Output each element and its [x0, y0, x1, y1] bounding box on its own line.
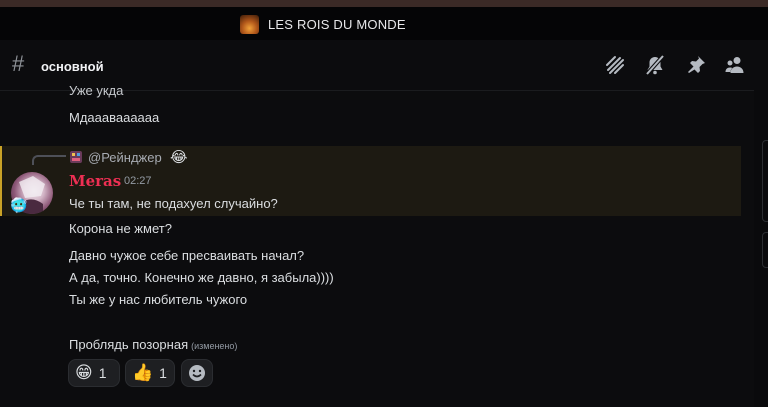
hash-icon: # [12, 51, 25, 76]
message-text: Проблядь позорная [69, 337, 189, 352]
server-icon[interactable] [240, 15, 259, 34]
reply-avatar-icon[interactable] [69, 150, 83, 164]
message-line: А да, точно. Конечно же давно, я забыла)… [69, 270, 334, 285]
grin-emoji-icon: 😁 [75, 363, 93, 382]
members-icon[interactable] [724, 54, 746, 76]
add-reaction-button[interactable] [181, 359, 213, 387]
reaction-grin[interactable]: 😁 1 [68, 359, 120, 387]
message-timestamp[interactable]: 02:27 [124, 175, 152, 187]
reply-author[interactable]: @Рейнджер [88, 150, 162, 165]
message-line: Ты же у нас любитель чужого [69, 292, 248, 307]
message-line: Че ты там, не подахуел случайно? [69, 196, 278, 211]
message-line: Мдаааваааааа [69, 110, 160, 125]
reaction-thumbs-up[interactable]: 👍 1 [125, 359, 175, 387]
channel-name[interactable]: основной [41, 59, 104, 74]
reaction-count: 1 [98, 365, 107, 381]
pin-icon[interactable] [685, 54, 707, 76]
message-line-edited: Проблядь позорная (изменено) [69, 337, 237, 352]
avatar-decoration-icon: 🥶 [10, 197, 28, 213]
reply-emoji: 😂 [170, 149, 188, 166]
scroll-handle-secondary[interactable] [762, 232, 768, 268]
reaction-count: 1 [159, 365, 167, 381]
window-top-strip [0, 0, 768, 7]
mute-bell-icon[interactable] [644, 54, 666, 76]
message-line: Уже укда [69, 83, 124, 98]
message-line: Давно чужое себе пресваивать начал? [69, 248, 305, 263]
edited-label: (изменено) [191, 341, 238, 351]
server-title: LES ROIS DU MONDE [268, 17, 406, 32]
reply-connector [32, 155, 66, 165]
message-line: Корона не жмет? [69, 221, 172, 236]
threads-icon[interactable] [604, 54, 626, 76]
smile-icon [189, 365, 205, 381]
thumbs-up-emoji-icon: 👍 [132, 363, 154, 382]
scroll-handle[interactable] [762, 140, 768, 222]
message-author[interactable]: Meras [69, 172, 121, 190]
